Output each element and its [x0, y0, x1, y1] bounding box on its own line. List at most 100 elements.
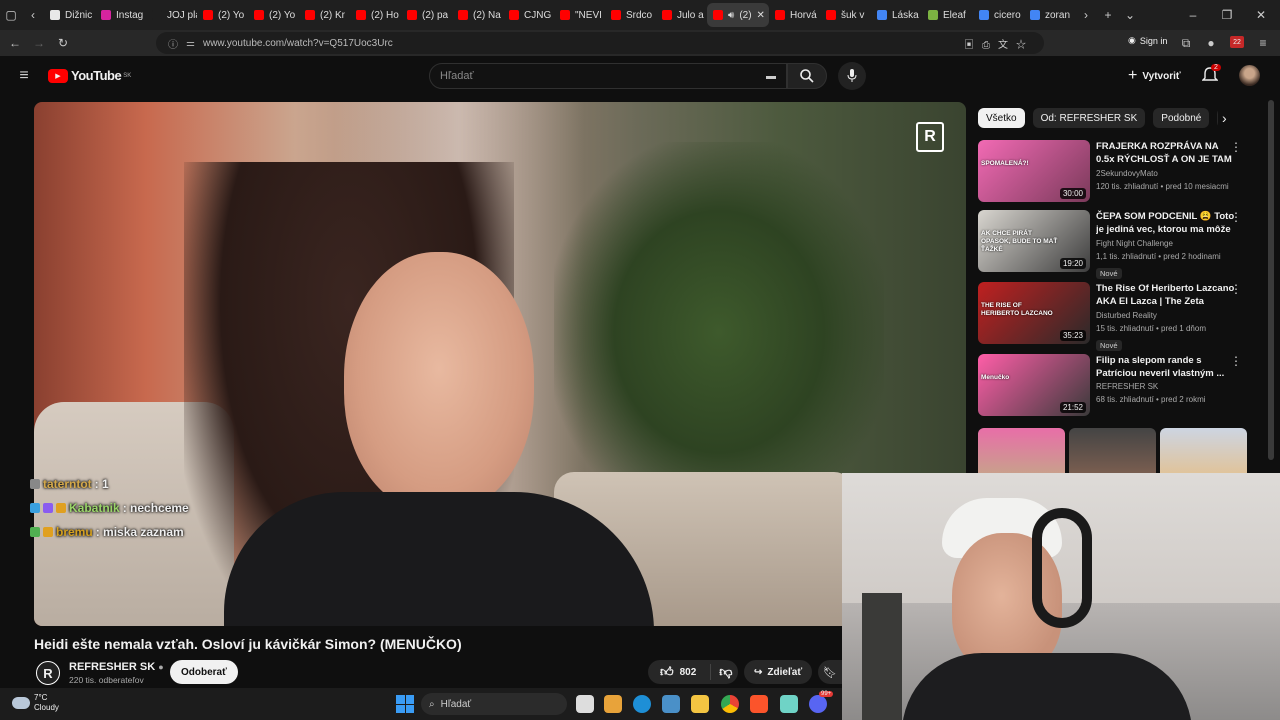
- browser-menu-icon[interactable]: ≡: [1252, 32, 1274, 54]
- video-thumbnail[interactable]: AK CHCE PIRÁT OPASOK, BUDE TO MAŤ ŤAŽKÉ 1…: [978, 210, 1090, 272]
- close-tab-icon[interactable]: ✕: [757, 10, 765, 21]
- filter-chip[interactable]: Všetko: [978, 108, 1025, 128]
- audio-icon[interactable]: 🔊︎: [728, 10, 734, 21]
- recommendation-item[interactable]: THE RISE OF HERIBERTO LAZCANO 35:23 The Ri…: [978, 282, 1248, 353]
- chips-next-icon[interactable]: ›: [1222, 110, 1227, 126]
- tab-scroll-left-icon[interactable]: ‹: [22, 4, 44, 26]
- avatar[interactable]: [1239, 65, 1260, 86]
- filter-chip[interactable]: Podobné: [1153, 108, 1210, 128]
- brave-icon[interactable]: [750, 695, 768, 713]
- browser-tab[interactable]: Dižnic: [44, 3, 95, 27]
- share-button[interactable]: ↪ Zdieľať: [744, 660, 813, 684]
- notification-extension-icon[interactable]: 22: [1230, 36, 1244, 48]
- browser-tab[interactable]: (2) Yo: [248, 3, 299, 27]
- edge-icon[interactable]: [633, 695, 651, 713]
- browser-tab[interactable]: (2) Kr: [299, 3, 350, 27]
- video-thumbnail[interactable]: THE RISE OF HERIBERTO LAZCANO 35:23: [978, 282, 1090, 344]
- close-window-icon[interactable]: ✕: [1250, 4, 1272, 26]
- browser-tab[interactable]: JOJ play: [146, 3, 197, 27]
- tab-overview-icon[interactable]: ▢: [0, 4, 22, 26]
- extensions-icon[interactable]: ⧉: [1175, 32, 1197, 54]
- browser-tab[interactable]: (2) Na: [452, 3, 503, 27]
- scrollbar[interactable]: [1268, 100, 1274, 460]
- new-tab-icon[interactable]: +: [1097, 4, 1119, 26]
- store-icon[interactable]: [604, 695, 622, 713]
- photos-icon[interactable]: [662, 695, 680, 713]
- browser-tab[interactable]: Julo a: [656, 3, 707, 27]
- maximize-icon[interactable]: ❐: [1216, 4, 1238, 26]
- short-thumbnail[interactable]: [1160, 428, 1247, 474]
- url-actions-icons[interactable]: ▣⎙文☆: [964, 36, 1034, 51]
- search-button[interactable]: [787, 63, 827, 89]
- browser-tab[interactable]: Láska: [871, 3, 922, 27]
- url-field[interactable]: ⓘ ⚌ www.youtube.com/watch?v=Q517Uoc3Urc …: [156, 32, 1044, 54]
- forward-icon[interactable]: →: [28, 32, 50, 54]
- filter-chip[interactable]: Pre: [1217, 108, 1218, 128]
- discord-icon[interactable]: [809, 695, 827, 713]
- recommendation-item[interactable]: SPOMALENÁ?! 30:00 FRAJERKA ROZPRÁVA NA 0.5…: [978, 140, 1248, 202]
- recommendation-channel[interactable]: 2SekundovyMato: [1096, 167, 1236, 180]
- browser-tab[interactable]: CJNG: [503, 3, 554, 27]
- like-icon[interactable]: 👍︎: [660, 664, 674, 680]
- windows-start-icon[interactable]: [396, 695, 414, 713]
- recommendation-title[interactable]: The Rise Of Heriberto Lazcano AKA El Laz…: [1096, 282, 1236, 309]
- more-options-icon[interactable]: ⋮: [1230, 354, 1242, 368]
- browser-tab[interactable]: šuk v: [820, 3, 871, 27]
- recommendation-channel[interactable]: REFRESHER SK: [1096, 380, 1236, 393]
- channel-avatar[interactable]: R: [36, 661, 60, 685]
- youtube-logo[interactable]: ▶ YouTube SK: [48, 68, 131, 83]
- notifications-button[interactable]: 2: [1201, 64, 1221, 89]
- recommendation-title[interactable]: Filip na slepom rande s Patríciou neveri…: [1096, 354, 1236, 380]
- save-button[interactable]: 🔖︎: [818, 660, 842, 684]
- channel-name-row[interactable]: REFRESHER SK ●: [69, 661, 164, 673]
- browser-tab[interactable]: (2) Yo: [197, 3, 248, 27]
- recommendation-channel[interactable]: Fight Night Challenge: [1096, 237, 1236, 250]
- tab-scroll-right-icon[interactable]: ›: [1075, 4, 1097, 26]
- chrome-icon[interactable]: [721, 695, 739, 713]
- subscribe-button[interactable]: Odoberať: [170, 660, 238, 684]
- short-thumbnail[interactable]: [1069, 428, 1156, 474]
- dislike-icon[interactable]: 👎︎: [710, 664, 732, 680]
- browser-tab[interactable]: Srdco: [605, 3, 656, 27]
- browser-tab[interactable]: Horvá: [769, 3, 820, 27]
- search-input[interactable]: Hľadať ▬: [429, 63, 787, 89]
- task-view-icon[interactable]: [576, 695, 594, 713]
- browser-tab[interactable]: "NEVI: [554, 3, 605, 27]
- notepad-icon[interactable]: [780, 695, 798, 713]
- video-thumbnail[interactable]: Menučko 21:52: [978, 354, 1090, 416]
- filter-chip[interactable]: Od: REFRESHER SK: [1032, 108, 1146, 128]
- recommendation-item[interactable]: Menučko 21:52 Filip na slepom rande s Patr…: [978, 354, 1248, 416]
- reload-icon[interactable]: ↻: [52, 32, 74, 54]
- video-thumbnail[interactable]: SPOMALENÁ?! 30:00: [978, 140, 1090, 202]
- recommendation-channel[interactable]: Disturbed Reality: [1096, 309, 1236, 322]
- voice-search-button[interactable]: [838, 62, 866, 90]
- signin-button[interactable]: ◉ Sign in: [1128, 35, 1167, 46]
- browser-tab[interactable]: 🔊︎ (2) ✕: [707, 3, 769, 27]
- browser-tab[interactable]: cicero: [973, 3, 1024, 27]
- browser-tab[interactable]: (2) pa: [401, 3, 452, 27]
- more-options-icon[interactable]: ⋮: [1230, 210, 1242, 224]
- file-explorer-icon[interactable]: [691, 695, 709, 713]
- more-options-icon[interactable]: ⋮: [1230, 282, 1242, 296]
- video-player[interactable]: R: [34, 102, 966, 626]
- recommendation-item[interactable]: AK CHCE PIRÁT OPASOK, BUDE TO MAŤ ŤAŽKÉ 1…: [978, 210, 1248, 281]
- browser-tab[interactable]: Instag: [95, 3, 146, 27]
- site-info-icon[interactable]: ⓘ: [168, 36, 178, 51]
- browser-tab[interactable]: Eleaf: [922, 3, 973, 27]
- create-button[interactable]: + Vytvoriť: [1128, 67, 1181, 85]
- back-icon[interactable]: ←: [4, 32, 26, 54]
- tune-icon[interactable]: ⚌: [186, 38, 195, 49]
- minimize-icon[interactable]: –: [1182, 4, 1204, 26]
- more-options-icon[interactable]: ⋮: [1230, 140, 1242, 154]
- keyboard-icon[interactable]: ▬: [766, 71, 776, 82]
- color-icon[interactable]: ●: [1200, 32, 1222, 54]
- short-thumbnail[interactable]: [978, 428, 1065, 474]
- browser-tab[interactable]: (2) Ho: [350, 3, 401, 27]
- taskbar-search-input[interactable]: ⌕ Hľadať: [421, 693, 567, 715]
- recommendation-title[interactable]: ČEPA SOM PODCENIL 😩 Toto je jediná vec, …: [1096, 210, 1236, 237]
- hamburger-menu-icon[interactable]: ≡: [13, 65, 35, 87]
- tab-list-icon[interactable]: ⌄: [1119, 4, 1141, 26]
- browser-tab[interactable]: zoran: [1024, 3, 1075, 27]
- recommendation-title[interactable]: FRAJERKA ROZPRÁVA NA 0.5x RÝCHLOSŤ A ON …: [1096, 140, 1236, 167]
- weather-widget[interactable]: 7°C Cloudy: [34, 693, 59, 713]
